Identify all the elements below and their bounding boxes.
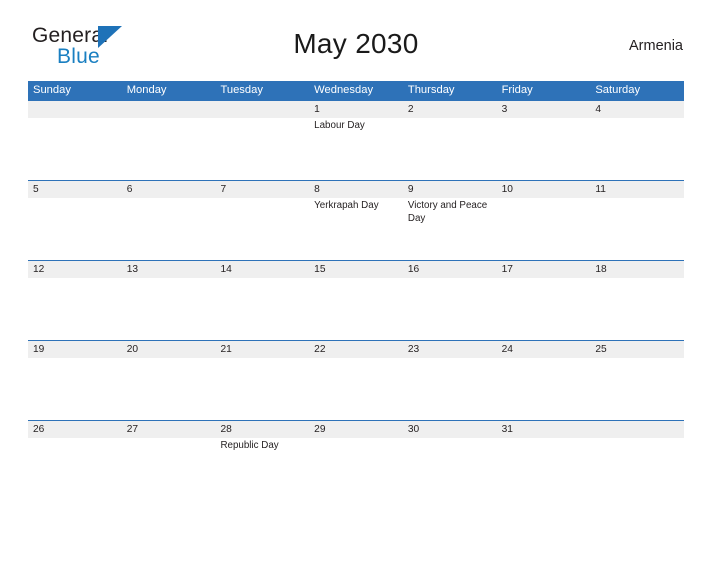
day-event bbox=[215, 198, 309, 259]
day-number[interactable]: 27 bbox=[122, 421, 216, 438]
day-event bbox=[28, 278, 122, 339]
day-number[interactable]: 11 bbox=[590, 181, 684, 198]
day-number[interactable]: 23 bbox=[403, 341, 497, 358]
day-number[interactable]: 1 bbox=[309, 101, 403, 118]
day-event bbox=[122, 198, 216, 259]
day-event bbox=[403, 358, 497, 419]
day-number[interactable]: 28 bbox=[215, 421, 309, 438]
day-number[interactable]: 31 bbox=[497, 421, 591, 438]
day-event bbox=[497, 278, 591, 339]
week-event-band: Labour Day bbox=[28, 118, 684, 179]
week-date-band: 5 6 7 8 9 10 11 bbox=[28, 181, 684, 198]
week-date-band: 26 27 28 29 30 31 bbox=[28, 421, 684, 438]
week-event-band: Yerkrapah Day Victory and Peace Day bbox=[28, 198, 684, 259]
page-header: General Blue May 2030 Armenia bbox=[28, 22, 684, 74]
day-number[interactable]: 25 bbox=[590, 341, 684, 358]
day-number[interactable]: 14 bbox=[215, 261, 309, 278]
day-event: Victory and Peace Day bbox=[407, 200, 488, 224]
week-row: 1 2 3 4 Labour Day bbox=[28, 100, 684, 180]
week-row: 12 13 14 15 16 17 18 bbox=[28, 260, 684, 340]
weekday-header-row: Sunday Monday Tuesday Wednesday Thursday… bbox=[28, 81, 684, 100]
weekday-header-friday: Friday bbox=[501, 84, 533, 96]
day-number[interactable]: 10 bbox=[497, 181, 591, 198]
day-event bbox=[403, 118, 497, 179]
day-number[interactable]: 18 bbox=[590, 261, 684, 278]
weekday-header-wednesday: Wednesday bbox=[314, 84, 374, 96]
day-number[interactable]: 13 bbox=[122, 261, 216, 278]
day-event: Yerkrapah Day bbox=[314, 200, 379, 211]
day-event bbox=[590, 278, 684, 339]
day-number[interactable]: 24 bbox=[497, 341, 591, 358]
page-title: May 2030 bbox=[293, 28, 419, 59]
day-number[interactable]: 29 bbox=[309, 421, 403, 438]
day-event bbox=[590, 358, 684, 419]
day-event bbox=[309, 358, 403, 419]
day-event bbox=[122, 278, 216, 339]
week-event-band: Republic Day bbox=[28, 438, 684, 499]
day-event bbox=[28, 438, 122, 499]
day-number[interactable]: 26 bbox=[28, 421, 122, 438]
calendar-page: General Blue May 2030 Armenia Sunday Mon… bbox=[0, 22, 712, 572]
day-number[interactable]: 8 bbox=[309, 181, 403, 198]
day-number[interactable]: 12 bbox=[28, 261, 122, 278]
day-event bbox=[28, 198, 122, 259]
day-event bbox=[590, 198, 684, 259]
calendar-grid: Sunday Monday Tuesday Wednesday Thursday… bbox=[28, 81, 684, 500]
week-event-band bbox=[28, 358, 684, 419]
day-event bbox=[497, 198, 591, 259]
week-event-band bbox=[28, 278, 684, 339]
day-event bbox=[122, 358, 216, 419]
day-event bbox=[28, 358, 122, 419]
day-number[interactable]: 22 bbox=[309, 341, 403, 358]
day-event bbox=[590, 438, 684, 499]
weekday-header-sunday: Sunday bbox=[33, 84, 71, 96]
day-event bbox=[403, 278, 497, 339]
day-number[interactable]: 3 bbox=[497, 101, 591, 118]
day-event bbox=[497, 118, 591, 179]
weekday-header-monday: Monday bbox=[126, 84, 167, 96]
day-event bbox=[590, 118, 684, 179]
day-event bbox=[122, 118, 216, 179]
week-row: 19 20 21 22 23 24 25 bbox=[28, 340, 684, 420]
day-event bbox=[122, 438, 216, 499]
day-number[interactable] bbox=[122, 101, 216, 118]
day-number[interactable]: 19 bbox=[28, 341, 122, 358]
day-event bbox=[215, 118, 309, 179]
day-event bbox=[309, 438, 403, 499]
country-label: Armenia bbox=[629, 38, 683, 54]
day-number[interactable] bbox=[28, 101, 122, 118]
weekday-header-thursday: Thursday bbox=[407, 84, 455, 96]
day-number[interactable]: 4 bbox=[590, 101, 684, 118]
weekday-header-saturday: Saturday bbox=[595, 84, 641, 96]
day-number[interactable]: 16 bbox=[403, 261, 497, 278]
week-row: 26 27 28 29 30 31 Republic Day bbox=[28, 420, 684, 500]
day-number[interactable]: 7 bbox=[215, 181, 309, 198]
day-number[interactable]: 9 bbox=[403, 181, 497, 198]
week-date-band: 1 2 3 4 bbox=[28, 101, 684, 118]
day-number[interactable] bbox=[215, 101, 309, 118]
day-number[interactable]: 2 bbox=[403, 101, 497, 118]
day-event bbox=[309, 278, 403, 339]
week-date-band: 12 13 14 15 16 17 18 bbox=[28, 261, 684, 278]
day-number[interactable]: 15 bbox=[309, 261, 403, 278]
weekday-header-tuesday: Tuesday bbox=[220, 84, 263, 96]
day-event bbox=[497, 358, 591, 419]
day-number[interactable] bbox=[590, 421, 684, 438]
day-event bbox=[215, 358, 309, 419]
day-event bbox=[497, 438, 591, 499]
day-event bbox=[403, 438, 497, 499]
day-number[interactable]: 20 bbox=[122, 341, 216, 358]
day-event: Labour Day bbox=[314, 120, 365, 131]
week-date-band: 19 20 21 22 23 24 25 bbox=[28, 341, 684, 358]
week-row: 5 6 7 8 9 10 11 Yerkrapah Day Victory an… bbox=[28, 180, 684, 260]
day-event bbox=[28, 118, 122, 179]
day-event bbox=[215, 278, 309, 339]
day-number[interactable]: 21 bbox=[215, 341, 309, 358]
day-event: Republic Day bbox=[220, 440, 279, 451]
day-number[interactable]: 30 bbox=[403, 421, 497, 438]
day-number[interactable]: 17 bbox=[497, 261, 591, 278]
day-number[interactable]: 6 bbox=[122, 181, 216, 198]
day-number[interactable]: 5 bbox=[28, 181, 122, 198]
